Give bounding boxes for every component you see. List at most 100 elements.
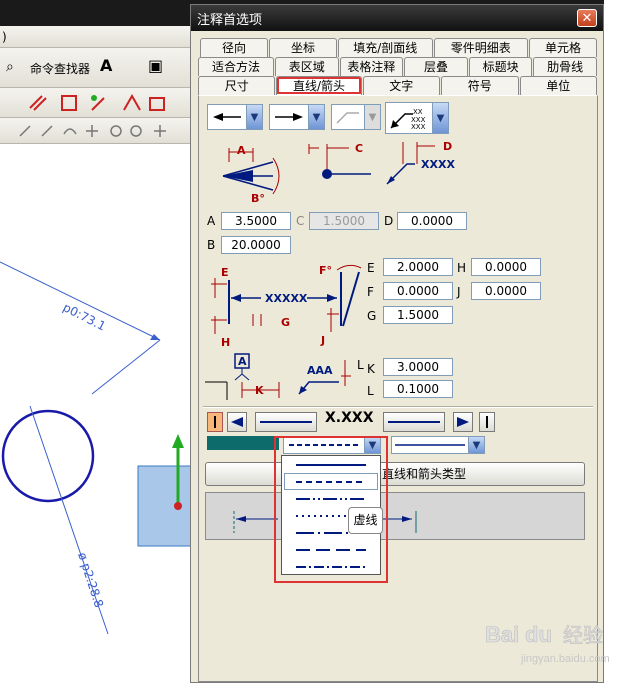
watermark-url: jingyan.baidu.com (520, 653, 610, 665)
tab-table-region[interactable]: 表区域 (274, 57, 339, 76)
tab-parts-list[interactable]: 零件明细表 (433, 38, 528, 57)
field-h[interactable]: 0.0000 (471, 258, 541, 276)
left-line-toggle[interactable] (255, 412, 317, 432)
right-arrow-toggle[interactable] (453, 412, 473, 432)
leader-style-dropdown[interactable]: ▼ (331, 104, 381, 130)
field-d[interactable]: 0.0000 (397, 212, 467, 230)
drawing-canvas[interactable]: p0:73.1 ø p2:28.8 (0, 144, 192, 683)
aaa-text: AAA (307, 364, 333, 377)
tab-table-annotation[interactable]: 表格注释 (339, 57, 404, 76)
line-arrow-panel: ▼ ▼ ▼ XX XXX XXX ▼ A B° C D XXXX A 3.5000 C… (198, 95, 598, 682)
leader-arrow-dropdown[interactable]: XX XXX XXX ▼ (385, 102, 449, 134)
svg-text:E: E (221, 266, 229, 279)
label-f-angle: F° (319, 264, 332, 277)
label-c: C (296, 214, 305, 228)
background-toolbar-3 (0, 118, 192, 144)
arrow-type-left-dropdown[interactable]: ▼ (207, 104, 263, 130)
tab-cell[interactable]: 单元格 (528, 38, 597, 57)
label-a: A (207, 214, 216, 228)
arrowhead-diagram: A B° (222, 144, 280, 205)
tab-coordinate[interactable]: 坐标 (269, 38, 338, 57)
color-swatch[interactable] (207, 436, 279, 450)
tab-rib-line[interactable]: 肋骨线 (533, 57, 597, 76)
chevron-down-icon[interactable]: ▼ (246, 105, 262, 129)
chevron-down-icon[interactable]: ▼ (364, 105, 380, 129)
separator (203, 406, 593, 408)
tab-stacking[interactable]: 层叠 (404, 57, 468, 76)
left-arrow-toggle[interactable] (227, 412, 247, 432)
apply-all-line-arrow-button[interactable]: 直线和箭头类型 (205, 462, 585, 486)
chevron-down-icon[interactable]: ▼ (308, 105, 324, 129)
tab-text[interactable]: 文字 (362, 76, 441, 95)
background-right-strip (604, 0, 640, 683)
chevron-down-icon[interactable]: ▼ (468, 437, 484, 453)
tab-title-block[interactable]: 标题块 (468, 57, 533, 76)
svg-text:C: C (355, 142, 363, 155)
svg-text:A: A (237, 144, 246, 157)
tab-row-1: 径向 坐标 填充/剖面线 零件明细表 单元格 (198, 38, 598, 57)
tab-line-arrow[interactable]: 直线/箭头 (276, 76, 362, 95)
field-a[interactable]: 3.5000 (221, 212, 291, 230)
dialog-titlebar[interactable]: 注释首选项 ✕ (191, 5, 603, 31)
label-l: L (367, 384, 374, 398)
right-line-toggle[interactable] (383, 412, 445, 432)
tab-fill-hatch[interactable]: 填充/剖面线 (338, 38, 433, 57)
field-b[interactable]: 20.0000 (221, 236, 291, 254)
tab-dimension[interactable]: 尺寸 (198, 76, 276, 95)
field-k[interactable]: 3.0000 (383, 358, 453, 376)
label-h: H (457, 261, 467, 275)
field-f[interactable]: 0.0000 (383, 282, 453, 300)
arrow-type-right-dropdown[interactable]: ▼ (269, 104, 325, 130)
tab-row-2: 适合方法 表区域 表格注释 层叠 标题块 肋骨线 (198, 57, 598, 76)
tooltip-dashed: 虚线 (348, 507, 383, 534)
label-b: B (207, 238, 216, 252)
datum-letter: A (238, 355, 247, 368)
tab-radial[interactable]: 径向 (200, 38, 269, 57)
baidu-watermark: Bai du 经验 jingyan.baidu.com (485, 622, 610, 665)
svg-text:G: G (281, 316, 290, 329)
label-e: E (367, 261, 375, 275)
field-l[interactable]: 0.1000 (383, 380, 453, 398)
label-f: F (367, 285, 374, 299)
oblique-extension-diagram: F° J (319, 264, 362, 347)
field-j[interactable]: 0.0000 (471, 282, 541, 300)
close-button[interactable]: ✕ (577, 9, 597, 27)
snap-tools-icons[interactable] (0, 118, 192, 144)
line-width-dropdown[interactable]: ▼ (391, 436, 485, 454)
svg-text:XXX: XXX (411, 123, 426, 131)
svg-text:D: D (443, 140, 452, 153)
field-e[interactable]: 2.0000 (383, 258, 453, 276)
dot-terminator-diagram: C (308, 142, 371, 179)
apply-button-label: 直线和箭头类型 (382, 467, 467, 481)
dialog-title: 注释首选项 (197, 12, 263, 28)
label-k: K (367, 362, 375, 376)
field-c[interactable]: 1.5000 (309, 212, 379, 230)
label-j: J (457, 285, 461, 299)
watermark-brand: Bai (485, 622, 519, 647)
tab-fit-method[interactable]: 适合方法 (198, 57, 274, 76)
dimension-p2: ø p2:28.8 (75, 551, 106, 610)
label-b-angle: B° (251, 192, 265, 205)
svg-text:J: J (320, 334, 325, 347)
watermark-cn: 经验 (563, 623, 603, 647)
view-icon[interactable]: ▣ (148, 56, 163, 75)
xxxxx-text: XXXXX (265, 292, 308, 305)
tab-unit[interactable]: 单位 (519, 76, 597, 95)
command-finder-label[interactable]: 命令查找器 (30, 60, 90, 77)
binoculars-icon[interactable]: ⌕ (6, 59, 14, 75)
chevron-down-icon[interactable]: ▼ (432, 103, 448, 133)
tab-strip: 径向 坐标 填充/剖面线 零件明细表 单元格 适合方法 表区域 表格注释 层叠 … (198, 38, 598, 95)
field-g[interactable]: 1.5000 (383, 306, 453, 324)
label-l-top: L (357, 358, 364, 372)
menu-fragment: ) (2, 30, 7, 44)
tab-symbol[interactable]: 符号 (441, 76, 519, 95)
left-extension-toggle[interactable] (207, 412, 223, 432)
sketch-tools-icons[interactable] (0, 88, 192, 118)
text-style-icon[interactable]: A (100, 56, 112, 75)
xxxx-text: XXXX (421, 158, 455, 171)
dimension-text-sample: X.XXX (325, 410, 374, 426)
label-d: D (384, 214, 394, 228)
leader-gap-diagram: D XXXX (386, 140, 455, 185)
tab-row-3: 尺寸 直线/箭头 文字 符号 单位 (198, 76, 598, 95)
right-extension-toggle[interactable] (479, 412, 495, 432)
